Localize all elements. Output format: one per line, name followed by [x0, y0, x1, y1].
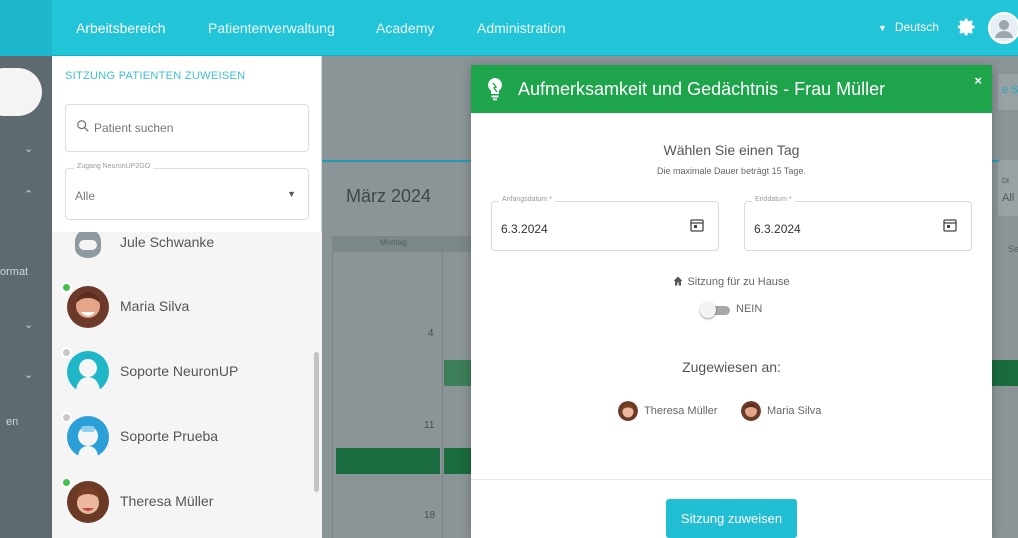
assign-session-modal: Aufmerksamkeit und Gedächtnis - Frau Mül… [471, 65, 992, 538]
end-date-field[interactable]: Enddatum * [744, 196, 972, 251]
calendar-icon[interactable] [943, 218, 957, 232]
day-header-label: Montag [380, 238, 407, 247]
list-item[interactable]: Soporte Prueba [52, 404, 316, 468]
avatar [67, 286, 109, 328]
calendar-event[interactable] [992, 360, 1018, 386]
lightbulb-icon [488, 78, 502, 101]
nav-arbeitsbereich[interactable]: Arbeitsbereich [76, 20, 166, 36]
patient-name: Soporte NeuronUP [120, 363, 239, 379]
end-date-input[interactable] [754, 220, 904, 238]
calendar-event[interactable] [336, 448, 440, 474]
home-session-label: Sitzung für zu Hause [687, 276, 790, 288]
access-value: Alle [75, 189, 96, 203]
patient-name: Theresa Müller [120, 493, 214, 509]
avatar [618, 401, 638, 421]
calendar-filter-field[interactable]: Dt All [998, 160, 1018, 216]
close-icon[interactable]: × [974, 73, 982, 88]
grid-line [332, 252, 333, 538]
caret-down-icon: ▼ [878, 23, 887, 33]
user-avatar-icon[interactable] [988, 12, 1018, 44]
chevron-down-icon[interactable]: ⌄ [24, 318, 33, 331]
nav-patientenverwaltung[interactable]: Patientenverwaltung [208, 20, 335, 36]
assign-session-button[interactable]: Sitzung zuweisen [666, 499, 797, 538]
sidebar-toggle[interactable] [0, 68, 42, 116]
home-icon [673, 276, 683, 286]
toggle-knob[interactable] [700, 302, 716, 318]
search-icon [77, 120, 89, 132]
home-session-row: Sitzung für zu Hause [471, 276, 992, 288]
sidebar-item-partial[interactable]: en [6, 416, 18, 428]
calendar-day-number[interactable]: 4 [428, 328, 434, 339]
assign-patients-panel: SITZUNG PATIENTEN ZUWEISEN Zugang Neuron… [52, 56, 322, 538]
patient-list-scrollbar[interactable] [314, 352, 319, 492]
chevron-down-icon[interactable]: ⌄ [24, 368, 33, 381]
calendar-column-partial: Se [1008, 244, 1018, 254]
assignee-name: Maria Silva [767, 405, 822, 417]
avatar [67, 232, 109, 264]
calendar-tab-label: e Sit [1002, 84, 1018, 96]
avatar [67, 351, 109, 393]
calendar-event[interactable] [444, 448, 474, 474]
chevron-down-icon[interactable]: ⌄ [24, 142, 33, 155]
chevron-up-icon[interactable]: ⌃ [24, 188, 33, 201]
caret-down-icon: ▼ [287, 189, 296, 199]
end-date-label: Enddatum * [752, 196, 795, 203]
nav-administration[interactable]: Administration [477, 20, 566, 36]
patient-name: Maria Silva [120, 298, 190, 314]
calendar-month-title: März 2024 [346, 186, 432, 206]
assigned-to-heading: Zugewiesen an: [682, 359, 781, 375]
gear-icon[interactable] [957, 17, 977, 37]
logo-area[interactable] [0, 0, 52, 56]
start-date-field[interactable]: Anfangsdatum * [491, 196, 719, 251]
status-offline-badge [61, 412, 72, 423]
calendar-tab-partial[interactable]: e Sit [998, 74, 1018, 110]
sidebar-item-format[interactable]: ormat [0, 266, 28, 278]
start-date-input[interactable] [501, 220, 651, 238]
status-offline-badge [61, 347, 72, 358]
list-item[interactable]: Jule Schwanke [52, 232, 316, 274]
nav-academy[interactable]: Academy [376, 20, 434, 36]
panel-title: SITZUNG PATIENTEN ZUWEISEN [65, 70, 246, 82]
start-date-label: Anfangsdatum * [499, 196, 555, 203]
assignee-chip: Theresa Müller [618, 401, 728, 423]
list-item[interactable]: Theresa Müller [52, 469, 316, 533]
max-duration-note: Die maximale Dauer beträgt 15 Tage. [657, 166, 806, 176]
calendar-day-header: Montag [332, 236, 472, 252]
calendar-icon[interactable] [690, 218, 704, 232]
access-label: Zugang NeuronUP2GO [74, 163, 154, 170]
home-session-toggle[interactable]: NEIN [700, 302, 820, 318]
assignee-chip: Maria Silva [741, 401, 841, 423]
filter-value: All [1002, 192, 1015, 204]
modal-footer-divider [471, 479, 992, 480]
patient-name: Soporte Prueba [120, 428, 219, 444]
status-online-badge [61, 282, 72, 293]
list-item[interactable]: Maria Silva [52, 274, 316, 338]
language-selector[interactable]: ▼ Deutsch [878, 20, 939, 34]
list-item[interactable]: Soporte NeuronUP [52, 339, 316, 403]
top-navbar: Arbeitsbereich Patientenverwaltung Acade… [0, 0, 1018, 56]
patient-list: Jule Schwanke Maria Silva Soporte Neuron… [52, 232, 322, 538]
avatar [67, 416, 109, 458]
status-online-badge [61, 477, 72, 488]
avatar [67, 481, 109, 523]
filter-label: Dt [1002, 178, 1009, 185]
calendar-event[interactable] [444, 360, 474, 386]
left-sidebar: ⌄ ⌃ ormat ⌄ ⌄ en [0, 56, 52, 538]
patient-name: Jule Schwanke [120, 234, 215, 250]
choose-day-heading: Wählen Sie einen Tag [663, 142, 800, 158]
calendar-day-number[interactable]: 11 [424, 420, 434, 431]
patient-search-input[interactable] [94, 117, 294, 139]
access-select[interactable]: Zugang NeuronUP2GO Alle ▼ [65, 163, 309, 220]
patient-search-box[interactable] [65, 104, 309, 152]
assignee-name: Theresa Müller [644, 405, 718, 417]
toggle-value: NEIN [736, 303, 763, 315]
modal-header: Aufmerksamkeit und Gedächtnis - Frau Mül… [471, 65, 992, 113]
avatar [741, 401, 761, 421]
calendar-day-number[interactable]: 18 [424, 510, 435, 521]
language-label: Deutsch [894, 20, 939, 34]
modal-title: Aufmerksamkeit und Gedächtnis - Frau Mül… [518, 79, 886, 99]
grid-line [442, 252, 443, 538]
